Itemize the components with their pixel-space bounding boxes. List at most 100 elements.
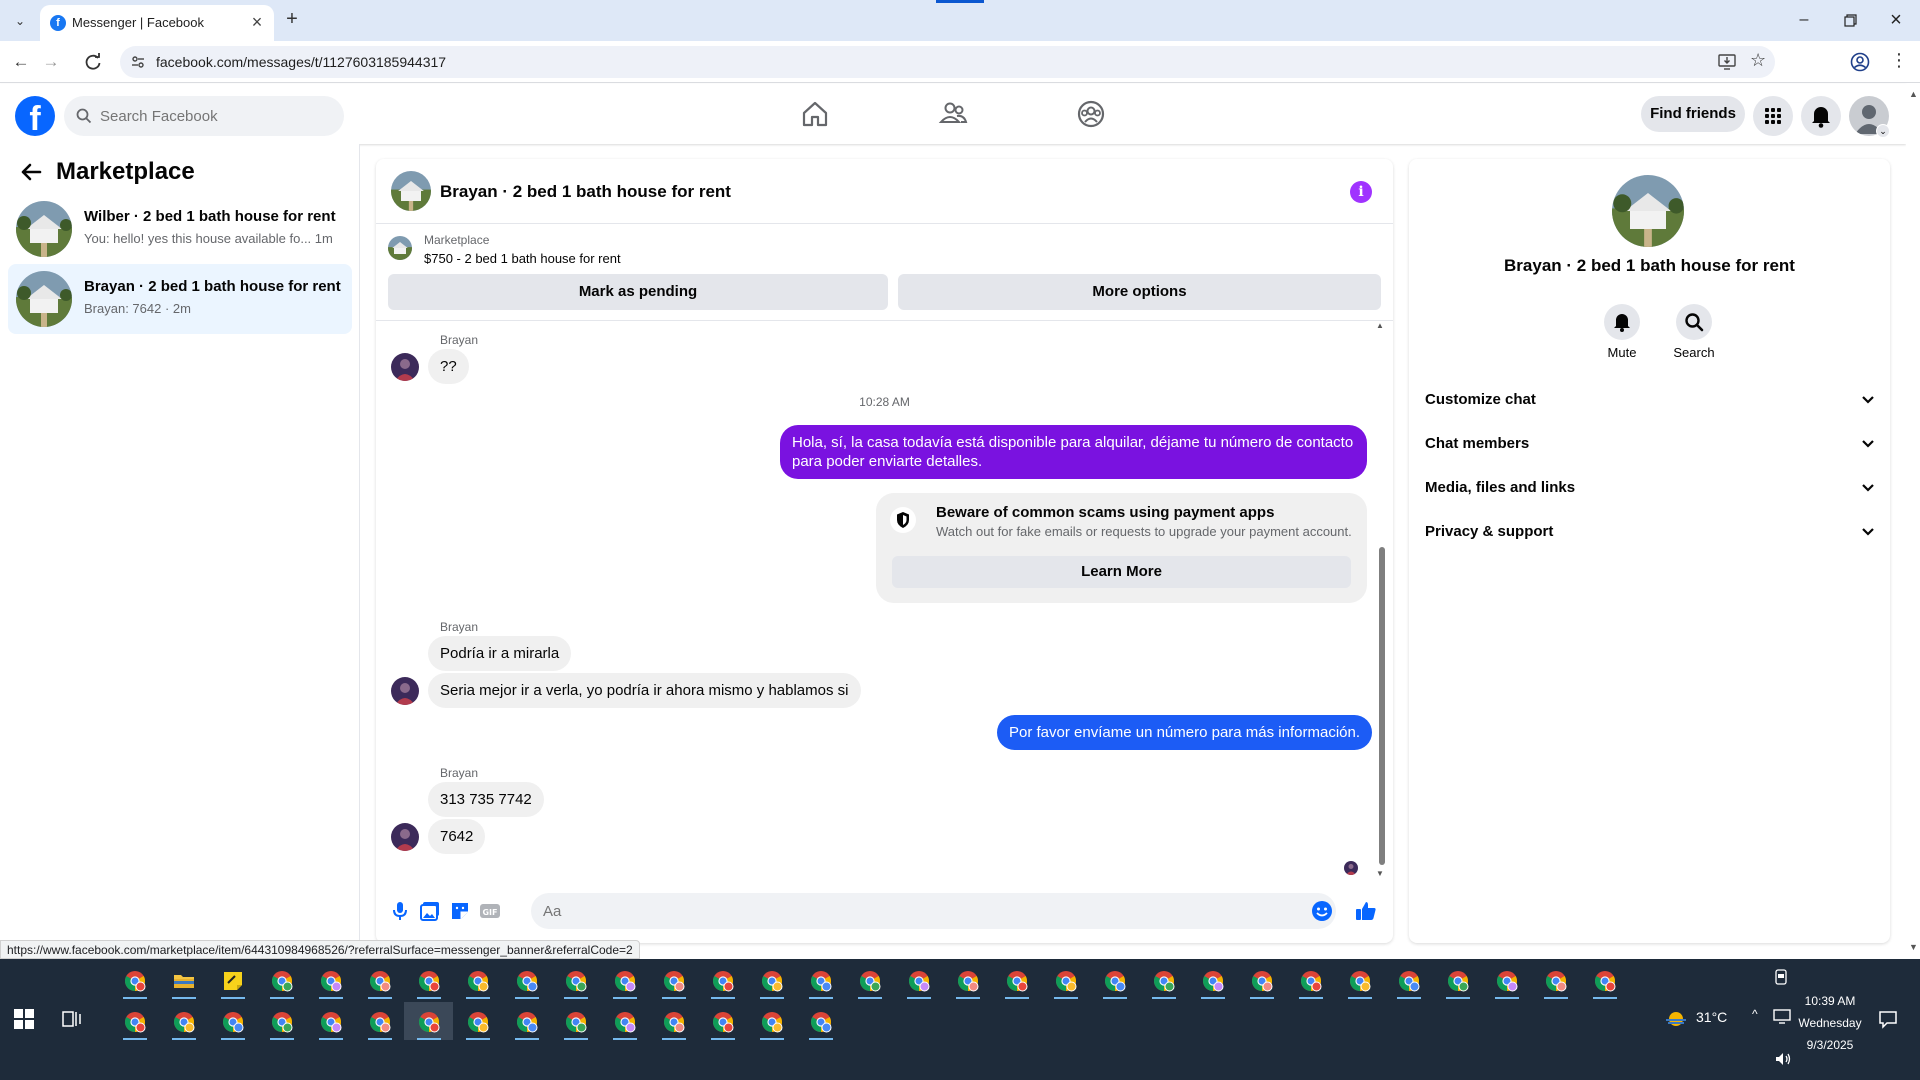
taskbar-app-button[interactable]	[1286, 961, 1335, 999]
incoming-message[interactable]: ??	[428, 349, 469, 384]
message-input[interactable]	[543, 893, 1303, 929]
groups-icon[interactable]	[1075, 98, 1107, 130]
search-in-chat-button[interactable]: Search	[1664, 304, 1724, 360]
back-arrow-icon[interactable]	[20, 162, 42, 182]
friends-icon[interactable]	[937, 98, 969, 130]
taskbar-app-button[interactable]	[796, 961, 845, 999]
incoming-message[interactable]: 7642	[428, 819, 486, 854]
gif-icon[interactable]: GIF	[478, 899, 502, 923]
taskbar-app-button[interactable]	[600, 961, 649, 999]
browser-tab-messenger[interactable]: f Messenger | Facebook ×	[40, 5, 274, 41]
taskbar-app-button[interactable]	[1335, 961, 1384, 999]
site-info-icon[interactable]	[130, 54, 146, 70]
listing-summary[interactable]: $750 - 2 bed 1 bath house for rent	[424, 251, 621, 266]
taskbar-app-button[interactable]	[1090, 961, 1139, 999]
taskbar-app-button[interactable]	[208, 961, 257, 999]
taskbar-app-button[interactable]	[159, 1002, 208, 1040]
taskbar-app-button[interactable]	[698, 961, 747, 999]
taskbar-app-button[interactable]	[747, 961, 796, 999]
mute-button[interactable]: Mute	[1592, 304, 1652, 360]
taskbar-app-button[interactable]	[1237, 961, 1286, 999]
minimize-button[interactable]: –	[1784, 6, 1824, 34]
network-icon[interactable]	[1773, 1009, 1791, 1025]
chrome-menu-icon[interactable]: ⋮	[1890, 50, 1908, 70]
taskbar-app-button[interactable]	[845, 961, 894, 999]
taskbar-app-button[interactable]	[551, 1002, 600, 1040]
privacy-support-row[interactable]: Privacy & support	[1425, 511, 1875, 555]
tray-overflow-chevron-icon[interactable]: ^	[1752, 1007, 1758, 1021]
taskbar-app-button[interactable]	[747, 1002, 796, 1040]
photo-icon[interactable]	[418, 899, 442, 923]
scroll-down-arrow-icon[interactable]: ▼	[1909, 942, 1918, 952]
taskbar-app-button[interactable]	[306, 1002, 355, 1040]
find-friends-button[interactable]: Find friends	[1641, 96, 1745, 132]
taskbar-app-button[interactable]	[404, 1002, 453, 1040]
taskbar-app-button[interactable]	[894, 961, 943, 999]
chat-members-row[interactable]: Chat members	[1425, 423, 1875, 467]
taskbar-app-button[interactable]	[453, 961, 502, 999]
taskbar-app-button[interactable]	[1384, 961, 1433, 999]
close-window-button[interactable]: ×	[1876, 6, 1916, 34]
more-options-button[interactable]: More options	[898, 274, 1381, 310]
thumbs-up-icon[interactable]	[1354, 899, 1378, 923]
weather-icon[interactable]	[1664, 1007, 1688, 1027]
taskbar-app-button[interactable]	[649, 1002, 698, 1040]
taskbar-app-button[interactable]	[600, 1002, 649, 1040]
taskbar-app-button[interactable]	[1433, 961, 1482, 999]
taskbar-app-button[interactable]	[992, 961, 1041, 999]
task-view-icon[interactable]	[62, 1009, 82, 1029]
notifications-button[interactable]	[1801, 96, 1841, 136]
info-icon[interactable]: i	[1350, 181, 1372, 203]
taskbar-app-button[interactable]	[502, 961, 551, 999]
taskbar-app-button[interactable]	[698, 1002, 747, 1040]
scroll-up-arrow-icon[interactable]: ▲	[1909, 89, 1918, 99]
taskbar-app-button[interactable]	[453, 1002, 502, 1040]
taskbar-app-button[interactable]	[1139, 961, 1188, 999]
scroll-up-arrow-icon[interactable]: ▲	[1376, 321, 1384, 330]
customize-chat-row[interactable]: Customize chat	[1425, 379, 1875, 423]
tab-close-icon[interactable]: ×	[246, 11, 268, 33]
taskbar-app-button[interactable]	[1188, 961, 1237, 999]
emoji-icon[interactable]	[1310, 899, 1334, 923]
device-icon[interactable]	[1774, 969, 1788, 985]
install-app-icon[interactable]	[1718, 54, 1736, 70]
microphone-icon[interactable]	[388, 899, 412, 923]
taskbar-app-button[interactable]	[110, 961, 159, 999]
chat-avatar[interactable]	[391, 171, 431, 211]
chat-title[interactable]: Brayan · 2 bed 1 bath house for rent	[440, 182, 731, 202]
facebook-logo-icon[interactable]: f	[15, 96, 55, 136]
chat-scrollbar-thumb[interactable]	[1379, 547, 1385, 865]
taskbar-clock[interactable]: 10:39 AM Wednesday 9/3/2025	[1790, 990, 1870, 1056]
taskbar-app-button[interactable]	[110, 1002, 159, 1040]
menu-button[interactable]	[1753, 96, 1793, 136]
incoming-message[interactable]: 313 735 7742	[428, 782, 544, 817]
account-chevron-icon[interactable]: ⌄	[1876, 124, 1890, 138]
taskbar-app-button[interactable]	[257, 961, 306, 999]
weather-temperature[interactable]: 31°C	[1696, 1009, 1727, 1025]
forward-button[interactable]: →	[38, 49, 64, 75]
taskbar-app-button[interactable]	[1041, 961, 1090, 999]
taskbar-app-button[interactable]	[208, 1002, 257, 1040]
message-input-field[interactable]	[531, 893, 1336, 929]
taskbar-app-button[interactable]	[404, 961, 453, 999]
sender-avatar[interactable]	[391, 677, 419, 705]
listing-thumbnail[interactable]	[388, 236, 412, 260]
sender-avatar[interactable]	[391, 353, 419, 381]
windows-start-icon[interactable]	[14, 1009, 34, 1029]
scroll-down-arrow-icon[interactable]: ▼	[1376, 869, 1384, 878]
sender-avatar[interactable]	[391, 823, 419, 851]
conversation-item[interactable]: Wilber · 2 bed 1 bath house for rent You…	[8, 194, 352, 264]
taskbar-app-button[interactable]	[159, 961, 208, 999]
page-scrollbar[interactable]: ▲ ▼	[1906, 84, 1920, 959]
mark-as-pending-button[interactable]: Mark as pending	[388, 274, 888, 310]
facebook-search[interactable]	[64, 96, 344, 136]
incoming-message[interactable]: Seria mejor ir a verla, yo podría ir aho…	[428, 673, 861, 708]
outgoing-message[interactable]: Hola, sí, la casa todavía está disponibl…	[780, 425, 1367, 479]
reload-button[interactable]	[80, 49, 106, 75]
taskbar-app-button[interactable]	[355, 1002, 404, 1040]
outgoing-message[interactable]: Por favor envíame un número para más inf…	[997, 715, 1372, 750]
listing-avatar[interactable]	[1612, 175, 1684, 247]
taskbar-app-button[interactable]	[943, 961, 992, 999]
taskbar-app-button[interactable]	[1531, 961, 1580, 999]
address-bar[interactable]: facebook.com/messages/t/1127603185944317…	[120, 46, 1775, 78]
